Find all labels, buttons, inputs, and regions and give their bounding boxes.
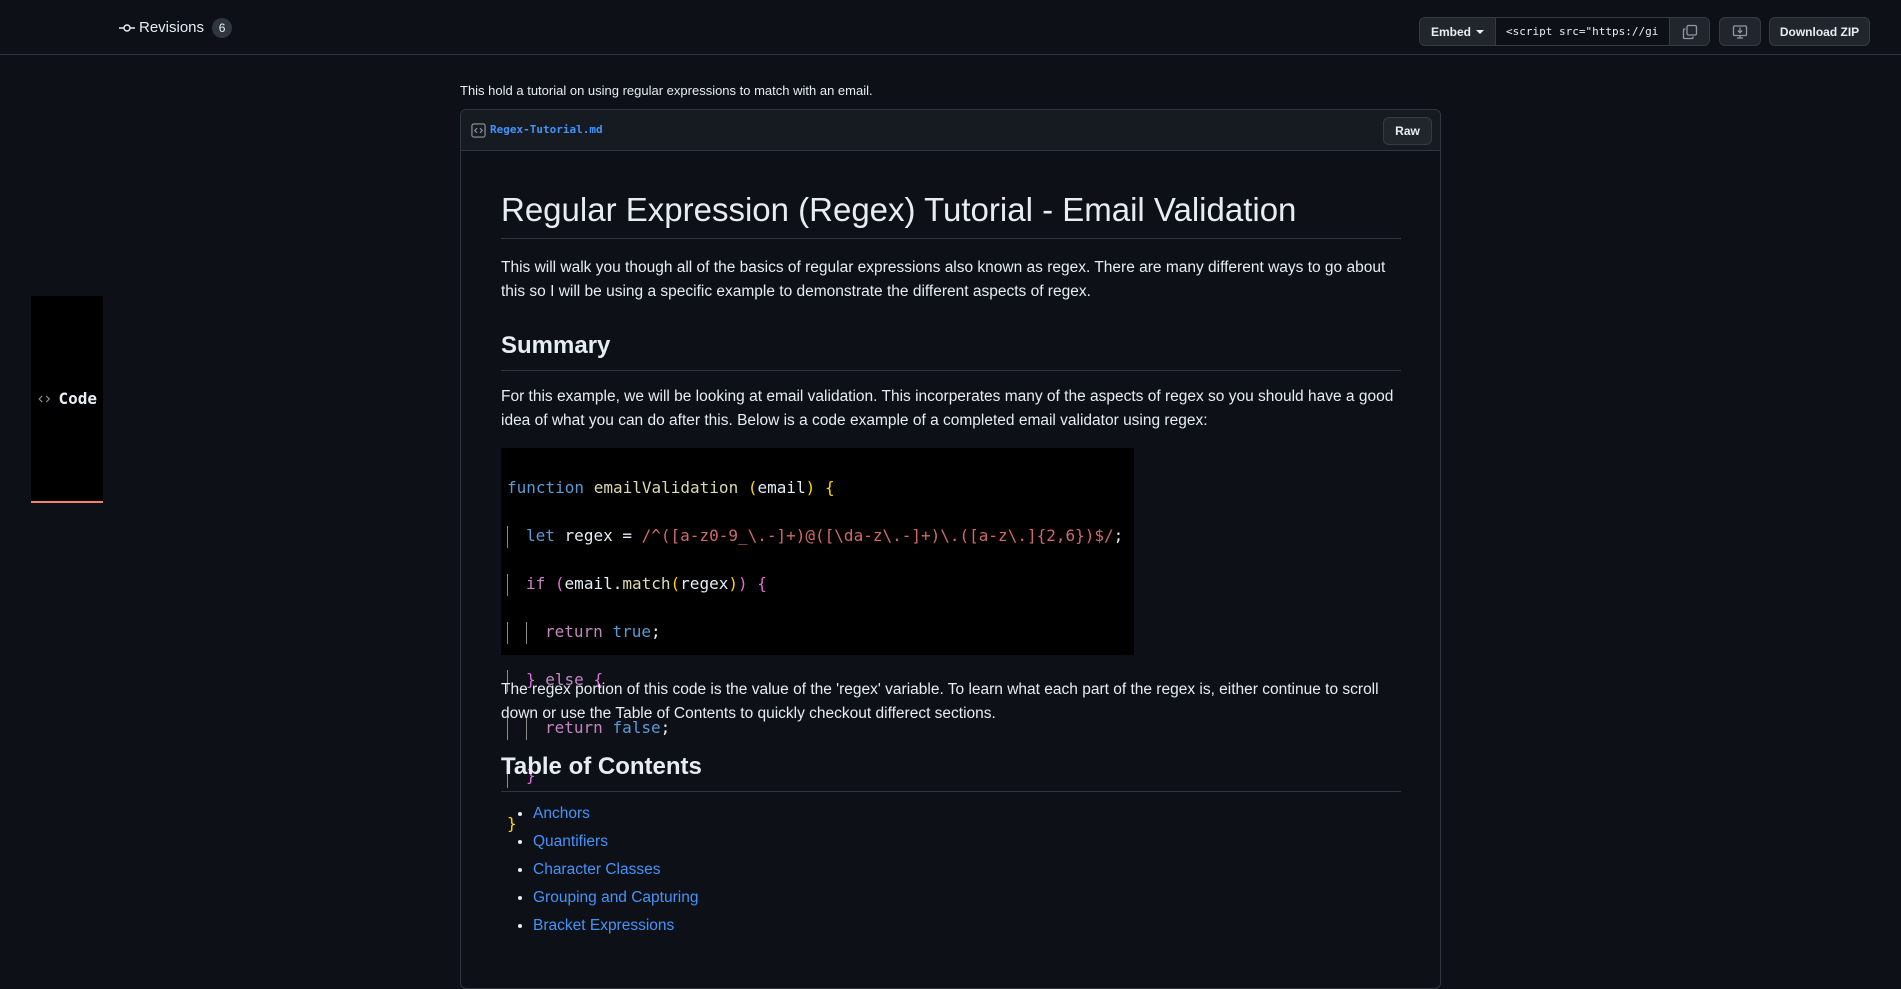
list-item: Quantifiers	[533, 828, 698, 856]
file-header: Regex-Tutorial.md Raw	[461, 110, 1440, 151]
file-container: Regex-Tutorial.md Raw Regular Expression…	[460, 109, 1441, 989]
embed-group: Embed	[1419, 17, 1710, 46]
tab-revisions[interactable]: Revisions 6	[119, 0, 233, 55]
embed-dropdown-button[interactable]: Embed	[1420, 18, 1496, 45]
code-line: return true;	[507, 620, 1128, 644]
file-code-icon	[471, 123, 486, 138]
copy-icon	[1682, 24, 1697, 39]
intro-paragraph: This will walk you though all of the bas…	[501, 259, 1386, 300]
summary-paragraph: For this example, we will be looking at …	[501, 388, 1394, 429]
toc-link-bracket-expressions[interactable]: Bracket Expressions	[533, 917, 674, 934]
desktop-download-icon	[1732, 24, 1748, 39]
copy-button[interactable]	[1670, 18, 1709, 45]
code-line: function emailValidation (email) {	[507, 478, 835, 497]
gist-description: This hold a tutorial on using regular ex…	[460, 83, 873, 98]
toc-link-character-classes[interactable]: Character Classes	[533, 861, 661, 878]
list-item: Anchors	[533, 800, 698, 828]
chevron-down-icon	[1476, 29, 1484, 34]
embed-label: Embed	[1430, 24, 1471, 39]
toc-list: Anchors Quantifiers Character Classes Gr…	[501, 800, 698, 940]
toc-link-anchors[interactable]: Anchors	[533, 805, 590, 822]
tab-code[interactable]: Code	[31, 296, 103, 503]
download-zip-button[interactable]: Download ZIP	[1769, 17, 1870, 46]
summary-heading: Summary	[501, 331, 1401, 371]
raw-label: Raw	[1395, 124, 1420, 138]
list-item: Bracket Expressions	[533, 912, 698, 940]
code-icon	[38, 394, 51, 403]
toc-link-grouping[interactable]: Grouping and Capturing	[533, 889, 698, 906]
raw-button[interactable]: Raw	[1383, 117, 1432, 145]
toc-link-quantifiers[interactable]: Quantifiers	[533, 833, 608, 850]
embed-url-input[interactable]	[1496, 18, 1670, 45]
revisions-count-badge: 6	[212, 17, 233, 38]
toc-heading: Table of Contents	[501, 752, 1401, 792]
code-line: let regex = /^([a-z0-9_\.-]+)@([\da-z\.-…	[507, 524, 1128, 548]
code-block: function emailValidation (email) { let r…	[501, 448, 1134, 833]
commit-icon	[119, 23, 135, 32]
after-code-paragraph: The regex portion of this code is the va…	[501, 681, 1379, 722]
doc-title: Regular Expression (Regex) Tutorial - Em…	[501, 190, 1401, 239]
list-item: Character Classes	[533, 856, 698, 884]
open-desktop-button[interactable]	[1719, 17, 1761, 46]
list-item: Grouping and Capturing	[533, 884, 698, 912]
download-zip-label: Download ZIP	[1779, 24, 1860, 39]
file-name-link[interactable]: Regex-Tutorial.md	[490, 123, 603, 136]
code-line: if (email.match(regex)) {	[507, 572, 1128, 596]
tab-revisions-label: Revisions	[139, 19, 205, 36]
gist-header: Code Revisions 6 Embed Download ZIP	[0, 0, 1901, 503]
tab-code-label: Code	[58, 388, 97, 408]
